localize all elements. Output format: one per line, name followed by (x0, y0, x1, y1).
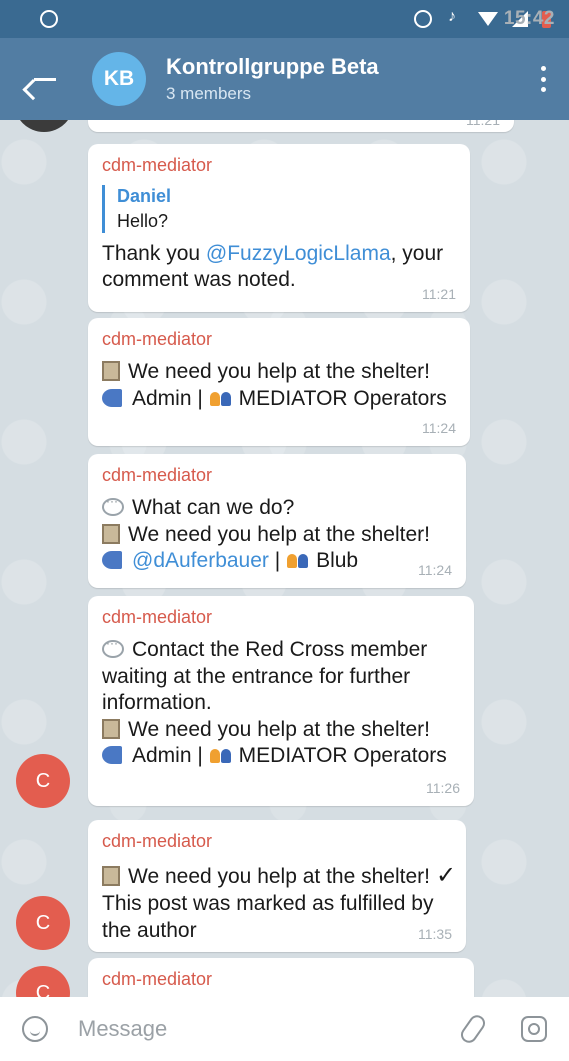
message-composer: Message (0, 997, 569, 1061)
attach-icon[interactable] (457, 1012, 489, 1046)
clipboard-icon (102, 523, 120, 544)
quote-author: Daniel (117, 185, 172, 206)
message-text: @dAuferbauer | Blub (102, 548, 452, 575)
quote-text: Hello? (117, 210, 169, 231)
message-time: 11:26 (426, 780, 460, 797)
message-text: Thank you @FuzzyLogicLlama, your (102, 241, 444, 265)
message-bubble[interactable]: cdm-mediator (88, 958, 474, 997)
clipboard-icon (102, 360, 120, 381)
member-count: 3 members (166, 84, 252, 103)
message-bubble[interactable]: cdm-mediator Daniel Hello? Thank you @Fu… (88, 144, 470, 312)
message-text: waiting at the entrance for further (102, 664, 411, 688)
message-time: 11:35 (418, 926, 452, 943)
status-bar: 15:42 (0, 0, 569, 38)
avatar[interactable]: C (16, 896, 70, 950)
camera-icon[interactable] (521, 1016, 547, 1042)
message-list[interactable]: 11:21 cdm-mediator Daniel Hello? Thank y… (0, 120, 569, 997)
sender-name[interactable]: cdm-mediator (102, 830, 452, 853)
message-text: We need you help at the shelter! (102, 522, 452, 549)
reply-quote[interactable]: Daniel Hello? (102, 184, 456, 233)
speech-bubble-icon (102, 494, 124, 516)
users-icon (286, 552, 310, 570)
speaking-head-icon (102, 551, 122, 570)
message-text: We need you help at the shelter! ✓ (102, 861, 456, 891)
message-text: Admin | MEDIATOR Operators (102, 386, 456, 413)
back-arrow-icon[interactable] (28, 61, 64, 97)
chat-header: KB Kontrollgruppe Beta 3 members (0, 38, 569, 120)
alarm-icon (414, 10, 432, 28)
users-icon (209, 747, 233, 765)
sender-name[interactable]: cdm-mediator (102, 606, 460, 629)
avatar[interactable]: C (16, 966, 70, 997)
message-bubble[interactable]: cdm-mediator We need you help at the she… (88, 318, 470, 446)
message-time: 11:21 (422, 286, 456, 303)
message-text: We need you help at the shelter! (102, 359, 456, 386)
speaking-head-icon (102, 388, 122, 407)
message-bubble[interactable]: cdm-mediator We need you help at the she… (88, 820, 466, 952)
message-text: comment was noted. (102, 268, 296, 292)
sender-name[interactable]: cdm-mediator (102, 968, 460, 991)
message-time: 11:24 (418, 562, 452, 579)
sender-name[interactable]: cdm-mediator (102, 154, 456, 177)
message-time: 11:21 (466, 120, 500, 129)
wifi-icon (478, 12, 498, 26)
speaking-head-icon (102, 746, 122, 765)
users-icon (209, 390, 233, 408)
message-bubble[interactable]: cdm-mediator Contact the Red Cross membe… (88, 596, 474, 806)
checkmark-icon: ✓ (435, 861, 457, 889)
message-input[interactable]: Message (78, 1016, 167, 1042)
status-time: 15:42 (503, 8, 555, 29)
clipboard-icon (102, 865, 120, 886)
more-options-icon[interactable] (541, 66, 547, 92)
message-bubble[interactable]: 11:21 (88, 120, 514, 132)
avatar[interactable]: C (16, 754, 70, 808)
chat-title: Kontrollgruppe Beta (166, 54, 379, 79)
speech-bubble-icon (102, 636, 124, 658)
sender-name[interactable]: cdm-mediator (102, 464, 452, 487)
message-text: Admin | MEDIATOR Operators (102, 743, 460, 770)
message-text: information. (102, 691, 212, 715)
group-avatar[interactable]: KB (92, 52, 146, 106)
user-mention[interactable]: @FuzzyLogicLlama (206, 242, 391, 265)
message-text: We need you help at the shelter! (102, 717, 460, 744)
sender-name[interactable]: cdm-mediator (102, 328, 456, 351)
emoji-icon[interactable] (22, 1016, 48, 1042)
chat-title-block[interactable]: Kontrollgruppe Beta 3 members (166, 54, 379, 104)
message-text: This post was marked as fulfilled by (102, 892, 434, 916)
message-text: What can we do? (102, 494, 452, 522)
message-bubble[interactable]: cdm-mediator What can we do? We need you… (88, 454, 466, 588)
message-text: the author (102, 918, 197, 942)
mute-icon (446, 8, 464, 28)
message-text: Contact the Red Cross member (102, 636, 460, 664)
clipboard-icon (102, 718, 120, 739)
whatsapp-icon (40, 10, 58, 28)
message-time: 11:24 (422, 420, 456, 437)
user-mention[interactable]: @dAuferbauer (132, 549, 269, 572)
avatar[interactable] (14, 120, 74, 132)
